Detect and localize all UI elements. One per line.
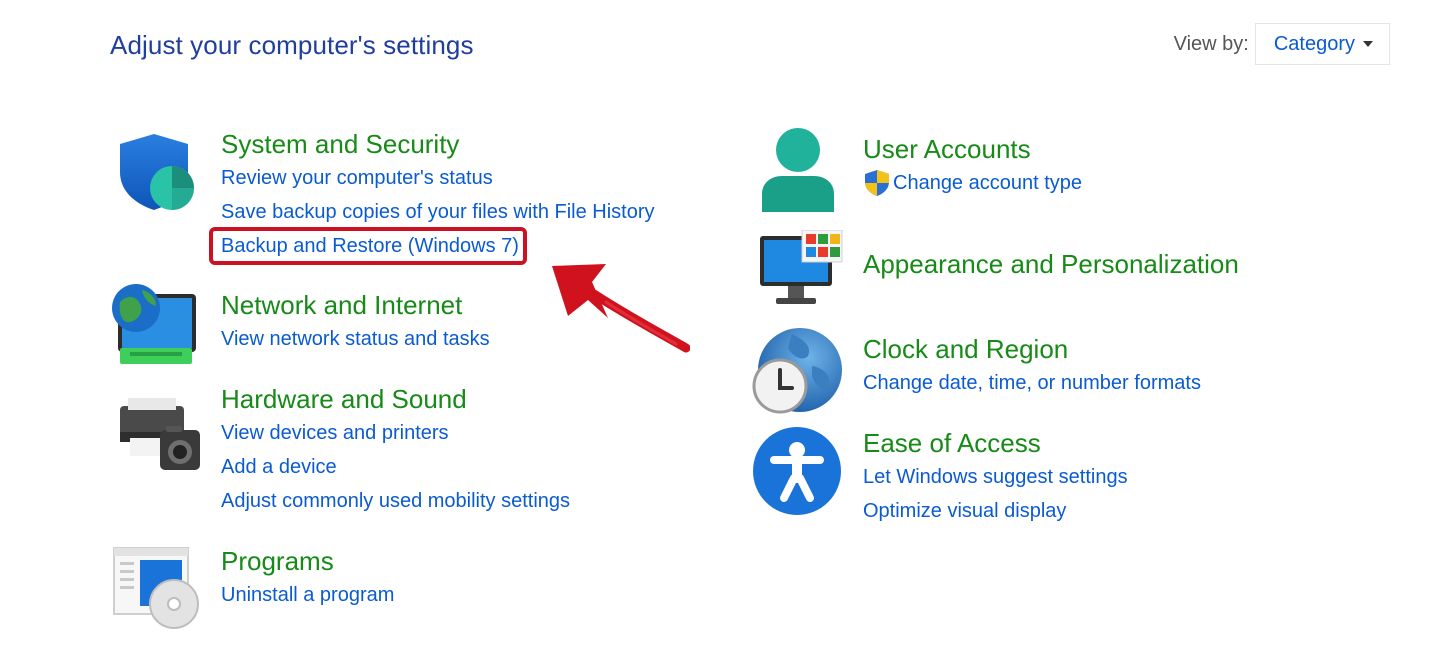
category-title-system-security[interactable]: System and Security xyxy=(221,127,655,161)
programs-icon[interactable] xyxy=(112,546,202,630)
view-by-label: View by: xyxy=(1173,32,1249,55)
accessibility-icon[interactable] xyxy=(752,426,842,516)
printer-icon[interactable] xyxy=(116,396,202,472)
link-review-status[interactable]: Review your computer's status xyxy=(221,161,655,195)
uac-shield-icon xyxy=(865,170,889,196)
category-title-hardware-sound[interactable]: Hardware and Sound xyxy=(221,382,570,416)
category-title-network-internet[interactable]: Network and Internet xyxy=(221,288,490,322)
view-by-value: Category xyxy=(1273,32,1355,55)
link-file-history[interactable]: Save backup copies of your files with Fi… xyxy=(221,195,655,229)
category-title-appearance[interactable]: Appearance and Personalization xyxy=(863,247,1239,281)
category-title-user-accounts[interactable]: User Accounts xyxy=(863,132,1082,166)
page-title: Adjust your computer's settings xyxy=(110,30,474,60)
monitor-icon[interactable] xyxy=(758,230,844,308)
category-title-ease-access[interactable]: Ease of Access xyxy=(863,426,1128,460)
category-title-programs[interactable]: Programs xyxy=(221,544,394,578)
link-network-status[interactable]: View network status and tasks xyxy=(221,322,490,356)
chevron-down-icon xyxy=(1363,41,1373,47)
clock-globe-icon[interactable] xyxy=(752,326,844,416)
link-change-account-type[interactable]: Change account type xyxy=(863,166,1082,200)
shield-icon[interactable] xyxy=(116,132,200,212)
view-by: View by: Category xyxy=(1174,23,1390,65)
link-mobility-settings[interactable]: Adjust commonly used mobility settings xyxy=(221,484,570,518)
link-windows-suggest[interactable]: Let Windows suggest settings xyxy=(863,460,1128,494)
link-devices-printers[interactable]: View devices and printers xyxy=(221,416,570,450)
category-title-clock-region[interactable]: Clock and Region xyxy=(863,332,1201,366)
control-panel-page: Adjust your computer's settings View by:… xyxy=(0,0,1430,660)
link-uninstall-program[interactable]: Uninstall a program xyxy=(221,578,394,612)
link-change-account-type-label: Change account type xyxy=(893,172,1083,194)
link-date-time-formats[interactable]: Change date, time, or number formats xyxy=(863,366,1201,400)
red-arrow-icon xyxy=(552,264,690,353)
link-backup-restore[interactable]: Backup and Restore (Windows 7) xyxy=(209,227,527,265)
link-optimize-display[interactable]: Optimize visual display xyxy=(863,494,1128,528)
network-icon[interactable] xyxy=(110,282,200,368)
user-icon[interactable] xyxy=(758,126,838,216)
link-add-device[interactable]: Add a device xyxy=(221,450,570,484)
view-by-dropdown[interactable]: Category xyxy=(1254,23,1390,65)
